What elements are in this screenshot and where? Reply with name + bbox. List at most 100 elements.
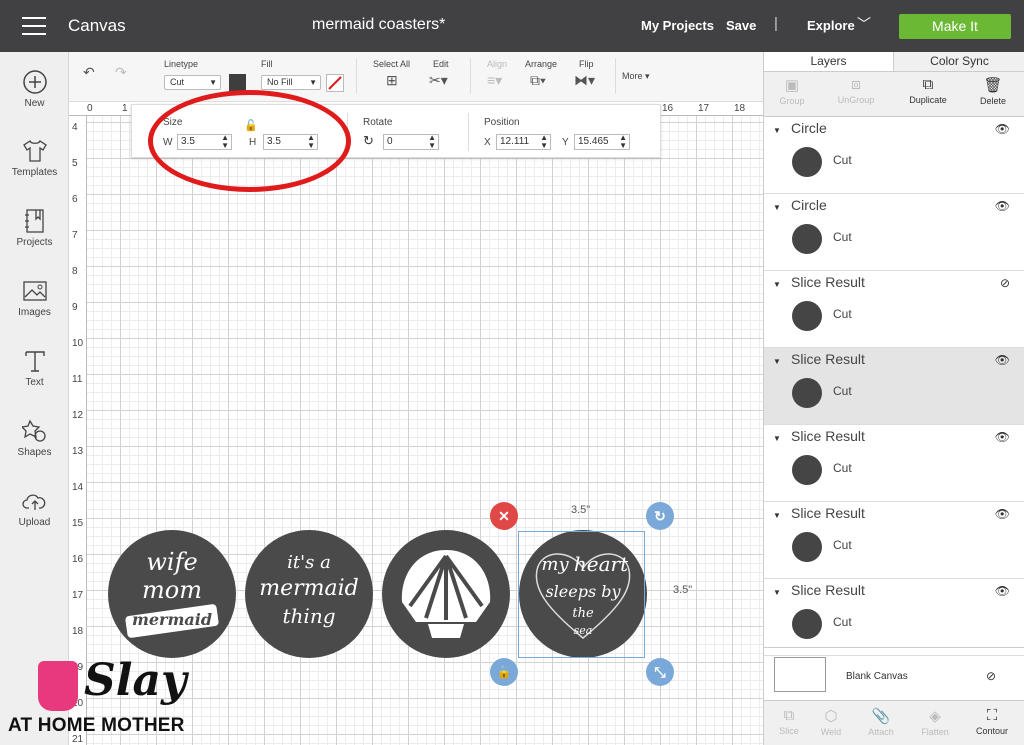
more-menu[interactable]: More ▾ [622,71,650,82]
x-value: 12.111 [500,136,530,147]
caret-down-icon[interactable]: ▼ [773,511,781,520]
caret-down-icon[interactable]: ▼ [773,588,781,597]
rotate-stepper[interactable]: ▲ ▼ [428,134,436,150]
sidebar-label: New [24,98,45,109]
layer-row[interactable]: ▼ Slice Result ⊘ Cut [764,271,1024,348]
chevron-down-icon[interactable]: ﹀ [857,14,871,34]
edit-scissors-icon[interactable]: ✂▾ [429,72,448,89]
duplicate-button[interactable]: ⧉ Duplicate [902,76,954,105]
caret-down-icon[interactable]: ▼ [773,357,781,366]
layer-thumbnail [792,301,822,331]
layer-row[interactable]: ▼ Slice Result 👁 Cut [764,579,1024,656]
lock-handle-icon[interactable]: 🔒 [490,658,518,686]
layer-row[interactable]: ▼ Slice Result 👁 Cut [764,425,1024,502]
sidebar-item-text[interactable]: Text [0,348,69,388]
group-button[interactable]: ▣ Group [766,76,818,106]
tab-color-sync[interactable]: Color Sync [893,52,1024,72]
flatten-button[interactable]: ◈ Flatten [910,707,960,737]
sidebar-label: Projects [16,237,53,248]
rotate-input[interactable]: 0 ▲ ▼ [383,134,439,150]
ruler-left: 456789101112131415161718192021 [69,116,87,745]
ungroup-label: UnGroup [837,95,875,105]
layer-thumbnail [792,147,822,177]
redo-icon[interactable]: ↷ [115,64,127,81]
ruler-tick: 18 [72,626,84,637]
delete-label: Delete [979,96,1006,106]
undo-icon[interactable]: ↶ [83,64,95,81]
ruler-tick: 10 [72,338,84,349]
save-link[interactable]: Save [726,18,756,33]
attach-button[interactable]: 📎 Attach [856,707,906,737]
layer-row[interactable]: ▼ Circle 👁 Cut [764,117,1024,194]
ruler-tick: 0 [87,103,93,114]
arrange-label[interactable]: Arrange [525,59,557,69]
eye-icon[interactable]: 👁 [995,353,1010,367]
eye-icon[interactable]: 👁 [995,122,1010,136]
caret-down-icon[interactable]: ▼ [773,203,781,212]
linetype-color-swatch[interactable] [229,74,246,91]
fill-value: No Fill [267,77,293,87]
ungroup-button[interactable]: ⧈ UnGroup [830,76,882,105]
menu-icon[interactable] [22,17,46,35]
tab-layers[interactable]: Layers [764,52,893,72]
delete-button[interactable]: 🗑 Delete [967,76,1019,106]
fill-select[interactable]: No Fill ▼ [261,75,321,90]
explore-link[interactable]: Explore [807,18,855,33]
delete-handle-icon[interactable]: ✕ [490,502,518,530]
layer-name: Circle [791,197,827,213]
contour-button[interactable]: ⛶ Contour [967,707,1017,736]
eye-icon[interactable]: 👁 [995,584,1010,598]
edit-label[interactable]: Edit [433,59,449,69]
select-all-label[interactable]: Select All [373,59,410,69]
blank-canvas-swatch[interactable] [774,657,826,692]
layer-operation: Cut [833,230,852,244]
top-bar: Canvas mermaid coasters* My Projects Sav… [0,0,1024,52]
select-all-icon[interactable]: ⊞ [386,72,398,89]
x-stepper[interactable]: ▲ ▼ [540,134,548,150]
rotate-handle-icon[interactable]: ↻ [646,502,674,530]
coaster-wife-mom-mermaid[interactable]: wife mom mermaid [108,530,236,658]
make-it-button[interactable]: Make It [899,14,1011,39]
coaster-its-a-mermaid-thing[interactable]: it's a mermaid thing [245,530,373,658]
y-stepper[interactable]: ▲ ▼ [619,134,627,150]
weld-button[interactable]: ⬡ Weld [806,707,856,737]
notebook-icon [24,209,44,233]
selection-box[interactable] [518,531,645,658]
caret-down-icon[interactable]: ▼ [773,126,781,135]
eye-slash-icon[interactable]: ⊘ [1000,276,1010,290]
flip-icon[interactable]: ⧓▾ [574,72,595,89]
sidebar-item-upload[interactable]: Upload [0,488,69,528]
eye-slash-icon[interactable]: ⊘ [986,669,996,683]
sidebar-item-images[interactable]: Images [0,278,69,318]
eye-icon[interactable]: 👁 [995,199,1010,213]
resize-handle-icon[interactable]: ⤡ [646,658,674,686]
align-icon[interactable]: ≡▾ [487,72,502,89]
sidebar-item-shapes[interactable]: Shapes [0,418,69,458]
caret-down-icon[interactable]: ▼ [773,280,781,289]
sidebar-item-projects[interactable]: Projects [0,208,69,248]
sidebar-item-templates[interactable]: Templates [0,138,69,178]
blank-canvas-label: Blank Canvas [846,671,908,682]
coaster-seashell[interactable] [382,530,510,658]
caret-down-icon[interactable]: ▼ [773,434,781,443]
sidebar-label: Images [18,307,51,318]
align-label[interactable]: Align [487,59,507,69]
y-position-input[interactable]: 15.465 ▲ ▼ [574,134,630,150]
eye-icon[interactable]: 👁 [995,507,1010,521]
linetype-label: Linetype [164,59,199,69]
ruler-tick: 16 [72,554,84,565]
paperclip-icon: 📎 [871,708,891,725]
eye-icon[interactable]: 👁 [995,430,1010,444]
layer-row[interactable]: ▼ Slice Result 👁 Cut [764,348,1024,425]
layer-row[interactable]: ▼ Circle 👁 Cut [764,194,1024,271]
linetype-select[interactable]: Cut ▼ [164,75,221,90]
ruler-tick: 14 [72,482,84,493]
x-position-input[interactable]: 12.111 ▲ ▼ [496,134,551,150]
flip-label[interactable]: Flip [579,59,594,69]
sidebar-item-new[interactable]: New [0,69,69,109]
arrange-icon[interactable]: ⧉▾ [530,72,546,89]
no-fill-swatch-icon[interactable] [326,74,344,92]
group-icon: ▣ [784,77,800,94]
my-projects-link[interactable]: My Projects [641,18,714,33]
layer-row[interactable]: ▼ Slice Result 👁 Cut [764,502,1024,579]
